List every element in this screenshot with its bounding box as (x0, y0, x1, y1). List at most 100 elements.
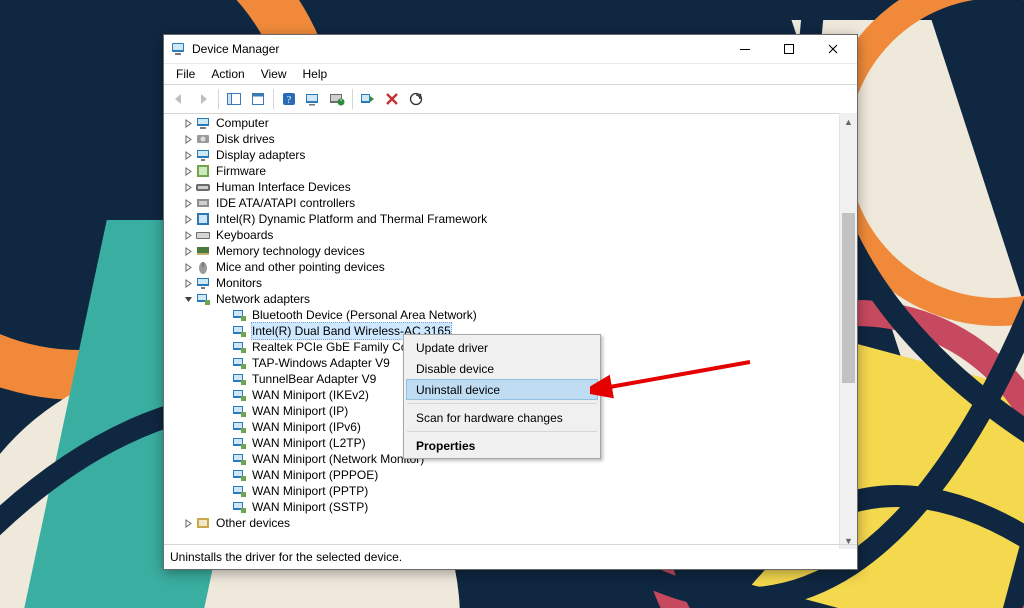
network-icon (231, 403, 247, 419)
twist-none (218, 483, 231, 499)
context-update-driver[interactable]: Update driver (406, 337, 598, 358)
network-icon (231, 419, 247, 435)
tree-item-label: Firmware (215, 163, 267, 179)
tree-item-label: WAN Miniport (SSTP) (251, 499, 369, 515)
update-driver-toolbar-button[interactable] (326, 88, 348, 110)
device-wan-miniport-sstp-[interactable]: WAN Miniport (SSTP) (164, 499, 840, 515)
tree-item-label: TAP-Windows Adapter V9 (251, 355, 391, 371)
tree-item-label: WAN Miniport (Network Monitor) (251, 451, 425, 467)
category-disk-drives[interactable]: Disk drives (164, 131, 840, 147)
expand-icon[interactable] (182, 131, 195, 147)
show-hidden-devices-button[interactable] (302, 88, 324, 110)
tree-item-label: Memory technology devices (215, 243, 366, 259)
app-icon (170, 41, 186, 57)
status-bar: Uninstalls the driver for the selected d… (164, 544, 857, 569)
context-scan-for-hardware-changes[interactable]: Scan for hardware changes (406, 407, 598, 428)
expand-icon[interactable] (182, 259, 195, 275)
tree-item-label: Bluetooth Device (Personal Area Network) (251, 307, 478, 323)
scroll-up-icon[interactable]: ▲ (840, 113, 857, 130)
category-firmware[interactable]: Firmware (164, 163, 840, 179)
category-ide-ata-atapi-controllers[interactable]: IDE ATA/ATAPI controllers (164, 195, 840, 211)
display-icon (195, 147, 211, 163)
firmware-icon (195, 163, 211, 179)
category-display-adapters[interactable]: Display adapters (164, 147, 840, 163)
context-menu[interactable]: Update driverDisable deviceUninstall dev… (403, 334, 601, 459)
vertical-scrollbar[interactable]: ▲ ▼ (839, 113, 857, 549)
mouse-icon (195, 259, 211, 275)
collapse-icon[interactable] (182, 291, 195, 307)
hid-icon (195, 179, 211, 195)
status-text: Uninstalls the driver for the selected d… (170, 550, 402, 564)
menu-file[interactable]: File (168, 65, 203, 83)
monitor-icon (195, 275, 211, 291)
expand-icon[interactable] (182, 115, 195, 131)
twist-none (218, 435, 231, 451)
keyboard-icon (195, 227, 211, 243)
menu-bar[interactable]: File Action View Help (164, 63, 857, 84)
memory-icon (195, 243, 211, 259)
expand-icon[interactable] (182, 211, 195, 227)
tree-item-label: Display adapters (215, 147, 306, 163)
context-uninstall-device[interactable]: Uninstall device (406, 379, 598, 400)
network-icon (231, 307, 247, 323)
context-properties[interactable]: Properties (406, 435, 598, 456)
device-bluetooth-device-personal-area-network-[interactable]: Bluetooth Device (Personal Area Network) (164, 307, 840, 323)
expand-icon[interactable] (182, 147, 195, 163)
network-icon (195, 291, 211, 307)
expand-icon[interactable] (182, 515, 195, 531)
twist-none (218, 371, 231, 387)
expand-icon[interactable] (182, 179, 195, 195)
tree-item-label: WAN Miniport (L2TP) (251, 435, 367, 451)
enable-device-toolbar-button[interactable] (357, 88, 379, 110)
twist-none (218, 403, 231, 419)
context-menu-separator (407, 431, 597, 432)
tree-item-label: WAN Miniport (IKEv2) (251, 387, 370, 403)
close-button[interactable] (811, 35, 855, 63)
uninstall-device-toolbar-button[interactable] (381, 88, 403, 110)
category-keyboards[interactable]: Keyboards (164, 227, 840, 243)
network-icon (231, 387, 247, 403)
category-network-adapters[interactable]: Network adapters (164, 291, 840, 307)
menu-view[interactable]: View (253, 65, 295, 83)
expand-icon[interactable] (182, 275, 195, 291)
category-memory-technology-devices[interactable]: Memory technology devices (164, 243, 840, 259)
forward-button[interactable] (192, 88, 214, 110)
menu-action[interactable]: Action (203, 65, 252, 83)
title-bar[interactable]: Device Manager (164, 35, 857, 63)
device-wan-miniport-pppoe-[interactable]: WAN Miniport (PPPOE) (164, 467, 840, 483)
category-mice-and-other-pointing-devices[interactable]: Mice and other pointing devices (164, 259, 840, 275)
category-monitors[interactable]: Monitors (164, 275, 840, 291)
twist-none (218, 307, 231, 323)
category-computer[interactable]: Computer (164, 115, 840, 131)
network-icon (231, 451, 247, 467)
svg-text:?: ? (287, 95, 292, 106)
disk-icon (195, 131, 211, 147)
maximize-button[interactable] (767, 35, 811, 63)
device-tree[interactable]: ComputerDisk drivesDisplay adaptersFirmw… (164, 113, 840, 549)
minimize-button[interactable] (723, 35, 767, 63)
category-intel-r-dynamic-platform-and-thermal-framework[interactable]: Intel(R) Dynamic Platform and Thermal Fr… (164, 211, 840, 227)
scan-hardware-toolbar-button[interactable] (405, 88, 427, 110)
tree-item-label: WAN Miniport (PPTP) (251, 483, 369, 499)
menu-help[interactable]: Help (295, 65, 336, 83)
expand-icon[interactable] (182, 227, 195, 243)
properties-toolbar-button[interactable] (247, 88, 269, 110)
twist-none (218, 355, 231, 371)
tree-item-label: Network adapters (215, 291, 311, 307)
expand-icon[interactable] (182, 195, 195, 211)
twist-none (218, 387, 231, 403)
scroll-thumb[interactable] (842, 213, 855, 383)
help-toolbar-button[interactable]: ? (278, 88, 300, 110)
category-human-interface-devices[interactable]: Human Interface Devices (164, 179, 840, 195)
other-icon (195, 515, 211, 531)
expand-icon[interactable] (182, 163, 195, 179)
twist-none (218, 451, 231, 467)
context-disable-device[interactable]: Disable device (406, 358, 598, 379)
expand-icon[interactable] (182, 243, 195, 259)
tree-item-label: Human Interface Devices (215, 179, 352, 195)
twist-none (218, 339, 231, 355)
back-button[interactable] (168, 88, 190, 110)
show-hide-tree-button[interactable] (223, 88, 245, 110)
device-wan-miniport-pptp-[interactable]: WAN Miniport (PPTP) (164, 483, 840, 499)
category-other-devices[interactable]: Other devices (164, 515, 840, 531)
